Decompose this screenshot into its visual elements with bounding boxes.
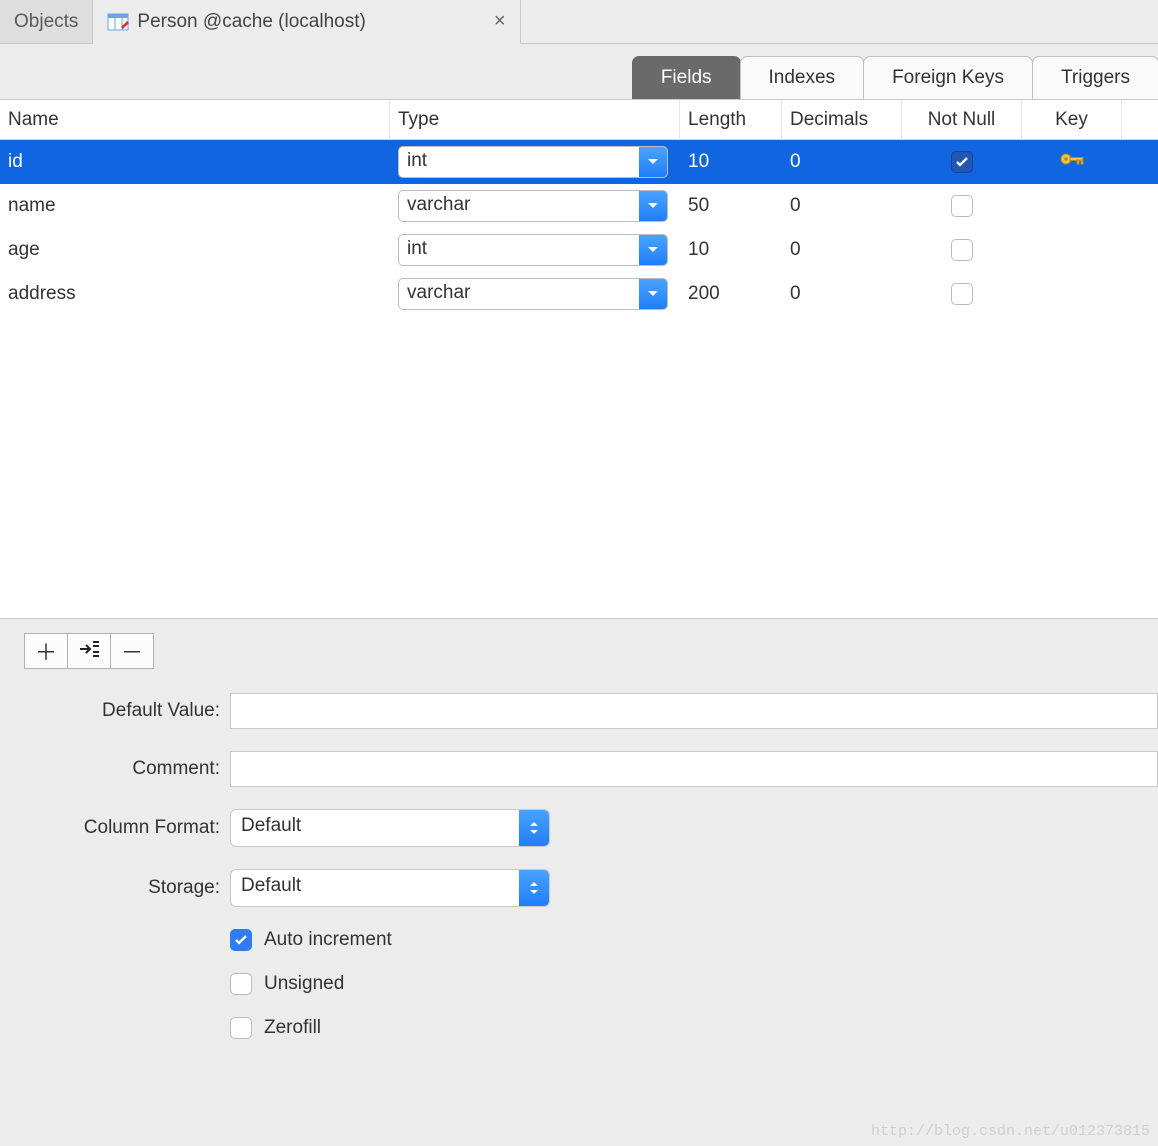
insert-row-button[interactable] bbox=[67, 633, 111, 669]
field-name-cell[interactable]: age bbox=[8, 239, 40, 261]
unsigned-checkbox[interactable] bbox=[230, 973, 252, 995]
sub-tab-fields[interactable]: Fields bbox=[632, 56, 741, 99]
comment-label: Comment: bbox=[0, 758, 230, 780]
tab-objects[interactable]: Objects bbox=[0, 0, 93, 43]
chevron-down-icon bbox=[639, 235, 667, 265]
designer-sub-tabs: Fields Indexes Foreign Keys Triggers bbox=[0, 44, 1158, 100]
auto-increment-checkbox[interactable] bbox=[230, 929, 252, 951]
table-row[interactable]: id int 10 0 bbox=[0, 140, 1158, 184]
sub-tab-triggers-label: Triggers bbox=[1061, 67, 1130, 88]
not-null-checkbox[interactable] bbox=[951, 151, 973, 173]
zerofill-label: Zerofill bbox=[264, 1017, 321, 1039]
table-row[interactable]: name varchar 50 0 bbox=[0, 184, 1158, 228]
header-name[interactable]: Name bbox=[0, 100, 390, 139]
fields-column-headers: Name Type Length Decimals Not Null Key bbox=[0, 100, 1158, 140]
chevron-down-icon bbox=[639, 147, 667, 177]
table-design-icon bbox=[107, 11, 129, 33]
column-format-label: Column Format: bbox=[0, 817, 230, 839]
sub-tab-fields-label: Fields bbox=[661, 67, 712, 88]
zerofill-checkbox[interactable] bbox=[230, 1017, 252, 1039]
updown-icon bbox=[519, 810, 549, 846]
watermark-text: http://blog.csdn.net/u012373815 bbox=[871, 1123, 1150, 1140]
field-length-cell[interactable]: 50 bbox=[688, 195, 709, 217]
tab-person-cache[interactable]: Person @cache (localhost) × bbox=[93, 0, 520, 44]
field-length-cell[interactable]: 10 bbox=[688, 151, 709, 173]
field-name-cell[interactable]: id bbox=[8, 151, 23, 173]
storage-label: Storage: bbox=[0, 877, 230, 899]
field-name-cell[interactable]: address bbox=[8, 283, 76, 305]
comment-input[interactable] bbox=[230, 751, 1158, 787]
table-row[interactable]: address varchar 200 0 bbox=[0, 272, 1158, 316]
default-value-input[interactable] bbox=[230, 693, 1158, 729]
field-length-cell[interactable]: 10 bbox=[688, 239, 709, 261]
storage-select[interactable]: Default bbox=[230, 869, 550, 907]
updown-icon bbox=[519, 870, 549, 906]
field-decimals-cell[interactable]: 0 bbox=[790, 195, 801, 217]
close-icon[interactable]: × bbox=[494, 10, 506, 33]
field-decimals-cell[interactable]: 0 bbox=[790, 151, 801, 173]
chevron-down-icon bbox=[639, 279, 667, 309]
header-type[interactable]: Type bbox=[390, 100, 680, 139]
not-null-checkbox[interactable] bbox=[951, 283, 973, 305]
plus-icon: ＋ bbox=[35, 635, 57, 667]
header-decimals[interactable]: Decimals bbox=[782, 100, 902, 139]
header-not-null[interactable]: Not Null bbox=[902, 100, 1022, 139]
fields-grid[interactable]: id int 10 0 bbox=[0, 140, 1158, 618]
delete-row-button[interactable]: － bbox=[110, 633, 154, 669]
field-decimals-cell[interactable]: 0 bbox=[790, 283, 801, 305]
row-action-buttons: ＋ － bbox=[24, 633, 1158, 669]
sub-tab-indexes-label: Indexes bbox=[769, 67, 836, 88]
chevron-down-icon bbox=[639, 191, 667, 221]
sub-tab-fk-label: Foreign Keys bbox=[892, 67, 1004, 88]
default-value-label: Default Value: bbox=[0, 700, 230, 722]
auto-increment-label: Auto increment bbox=[264, 929, 392, 951]
sub-tab-triggers[interactable]: Triggers bbox=[1032, 56, 1158, 99]
field-type-select[interactable]: varchar bbox=[398, 278, 668, 310]
field-name-cell[interactable]: name bbox=[8, 195, 56, 217]
field-detail-panel: ＋ － Default Value: Comment: Column Forma bbox=[0, 618, 1158, 1039]
tab-active-label: Person @cache (localhost) bbox=[137, 11, 365, 33]
insert-icon bbox=[78, 638, 100, 664]
sub-tab-foreign-keys[interactable]: Foreign Keys bbox=[863, 56, 1033, 99]
field-type-select[interactable]: varchar bbox=[398, 190, 668, 222]
header-key[interactable]: Key bbox=[1022, 100, 1122, 139]
not-null-checkbox[interactable] bbox=[951, 195, 973, 217]
field-type-select[interactable]: int bbox=[398, 146, 668, 178]
header-length[interactable]: Length bbox=[680, 100, 782, 139]
minus-icon: － bbox=[121, 635, 143, 667]
add-row-button[interactable]: ＋ bbox=[24, 633, 68, 669]
table-row[interactable]: age int 10 0 bbox=[0, 228, 1158, 272]
unsigned-label: Unsigned bbox=[264, 973, 344, 995]
field-length-cell[interactable]: 200 bbox=[688, 283, 720, 305]
tab-objects-label: Objects bbox=[14, 11, 78, 33]
field-type-select[interactable]: int bbox=[398, 234, 668, 266]
sub-tab-indexes[interactable]: Indexes bbox=[740, 56, 865, 99]
primary-key-icon[interactable] bbox=[1059, 149, 1085, 175]
not-null-checkbox[interactable] bbox=[951, 239, 973, 261]
column-format-select[interactable]: Default bbox=[230, 809, 550, 847]
field-decimals-cell[interactable]: 0 bbox=[790, 239, 801, 261]
window-tab-strip: Objects Person @cache (localhost) × bbox=[0, 0, 1158, 44]
